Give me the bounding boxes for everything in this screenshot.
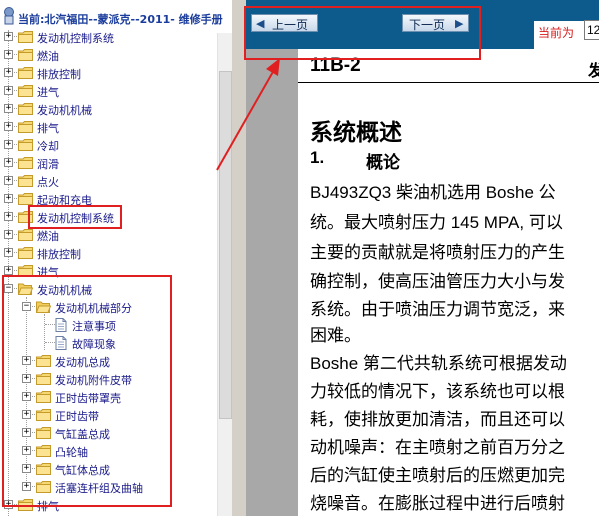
- tree-item-label: 发动机机械: [37, 104, 92, 117]
- tree-item-label: 排放控制: [37, 248, 81, 261]
- tree-folder-item[interactable]: + 排气: [0, 118, 217, 136]
- doc-body-line: 主要的贡献就是将喷射压力的产生: [310, 243, 565, 262]
- tree-folder-item[interactable]: + 润滑: [0, 154, 217, 172]
- doc-body-line: BJ493ZQ3 柴油机选用 Boshe 公: [310, 183, 556, 202]
- tree-item-label: 燃油: [37, 230, 59, 243]
- folder-icon: [18, 175, 33, 187]
- tree-title: 当前:北汽福田--蒙派克--2011- 维修手册: [0, 7, 232, 26]
- tree-item-label: 发动机控制系统: [37, 32, 114, 45]
- tree-folder-item[interactable]: + 发动机机械: [0, 100, 217, 118]
- tree-scrollbar[interactable]: [217, 33, 232, 516]
- tree-item-label: 进气: [37, 86, 59, 99]
- doc-body-line: Boshe 第二代共轨系统可根据发动: [310, 354, 567, 373]
- doc-heading: 系统概述: [310, 119, 402, 145]
- current-page-input[interactable]: [584, 20, 599, 40]
- section-number: 1.: [310, 148, 325, 167]
- doc-body-line: 统。最大喷射压力 145 MPA, 可以: [310, 213, 563, 232]
- plus-box-icon[interactable]: +: [4, 212, 13, 221]
- doc-body-line: 动机噪声：在主喷射之前百万分之: [310, 438, 565, 457]
- doc-body-line: 后的汽缸使主喷射后的压燃更加完: [310, 466, 565, 485]
- plus-box-icon[interactable]: +: [4, 158, 13, 167]
- section-title: 概论: [366, 153, 400, 172]
- document-pane: ◀ 上一页 下一页 ▶ 当前为 11B-2 发 系统概述 1. 概论 BJ493…: [246, 0, 599, 516]
- tree-item-label: 排气: [37, 122, 59, 135]
- folder-icon: [18, 157, 33, 169]
- doc-body-line: 力较低的情况下，该系统也可以根: [310, 382, 565, 401]
- folder-icon: [18, 103, 33, 115]
- doc-body-line: 系统。由于喷油压力调节宽泛，来: [310, 300, 565, 319]
- current-page-box: 当前为: [534, 20, 599, 49]
- document-page: 11B-2 发 系统概述 1. 概论 BJ493ZQ3 柴油机选用 Boshe …: [298, 49, 599, 516]
- plus-box-icon[interactable]: +: [4, 50, 13, 59]
- tree-folder-item[interactable]: + 发动机控制系统: [0, 28, 217, 46]
- folder-icon: [18, 139, 33, 151]
- tree-folder-item[interactable]: + 进气: [0, 82, 217, 100]
- folder-icon: [18, 193, 33, 205]
- folder-icon: [18, 31, 33, 43]
- annotation-box-engine: [2, 275, 172, 507]
- plus-box-icon[interactable]: +: [4, 230, 13, 239]
- annotation-box-control: [28, 205, 122, 229]
- tree-scrollbar-thumb[interactable]: [219, 71, 232, 419]
- tree-item-label: 燃油: [37, 50, 59, 63]
- plus-box-icon[interactable]: +: [4, 248, 13, 257]
- tree-folder-item[interactable]: + 冷却: [0, 136, 217, 154]
- plus-box-icon[interactable]: +: [4, 86, 13, 95]
- doc-body-line: 确控制，使高压油管压力大小与发: [310, 272, 565, 291]
- doc-body-line: 困难。: [310, 326, 361, 345]
- doc-body-line: 耗，使排放更加清洁，而且还可以: [310, 410, 565, 429]
- tree-folder-item[interactable]: + 燃油: [0, 46, 217, 64]
- plus-box-icon[interactable]: +: [4, 194, 13, 203]
- folder-icon: [18, 229, 33, 241]
- tree-folder-item[interactable]: + 排放控制: [0, 244, 217, 262]
- annotation-box-nav: [244, 6, 481, 60]
- plus-box-icon[interactable]: +: [4, 140, 13, 149]
- pane-splitter[interactable]: [232, 0, 246, 516]
- tree-folder-item[interactable]: + 排放控制: [0, 64, 217, 82]
- header-rule: [298, 82, 599, 83]
- plus-box-icon[interactable]: +: [4, 32, 13, 41]
- folder-icon: [18, 67, 33, 79]
- header-right-text: 发: [588, 63, 599, 80]
- doc-body-line: 烧噪音。在膨胀过程中进行后喷射: [310, 494, 565, 513]
- plus-box-icon[interactable]: +: [4, 176, 13, 185]
- tree-item-label: 润滑: [37, 158, 59, 171]
- tree-folder-item[interactable]: + 点火: [0, 172, 217, 190]
- folder-icon: [18, 121, 33, 133]
- plus-box-icon[interactable]: +: [4, 104, 13, 113]
- folder-icon: [18, 85, 33, 97]
- tree-item-label: 冷却: [37, 140, 59, 153]
- manual-icon: [4, 7, 14, 25]
- current-page-label: 当前为: [538, 26, 575, 40]
- plus-box-icon[interactable]: +: [4, 266, 13, 275]
- tree-item-label: 排放控制: [37, 68, 81, 81]
- tree-item-label: 点火: [37, 176, 59, 189]
- plus-box-icon[interactable]: +: [4, 68, 13, 77]
- tree-title-text: 当前:北汽福田--蒙派克--2011- 维修手册: [18, 13, 223, 26]
- folder-icon: [18, 49, 33, 61]
- folder-icon: [18, 247, 33, 259]
- plus-box-icon[interactable]: +: [4, 122, 13, 131]
